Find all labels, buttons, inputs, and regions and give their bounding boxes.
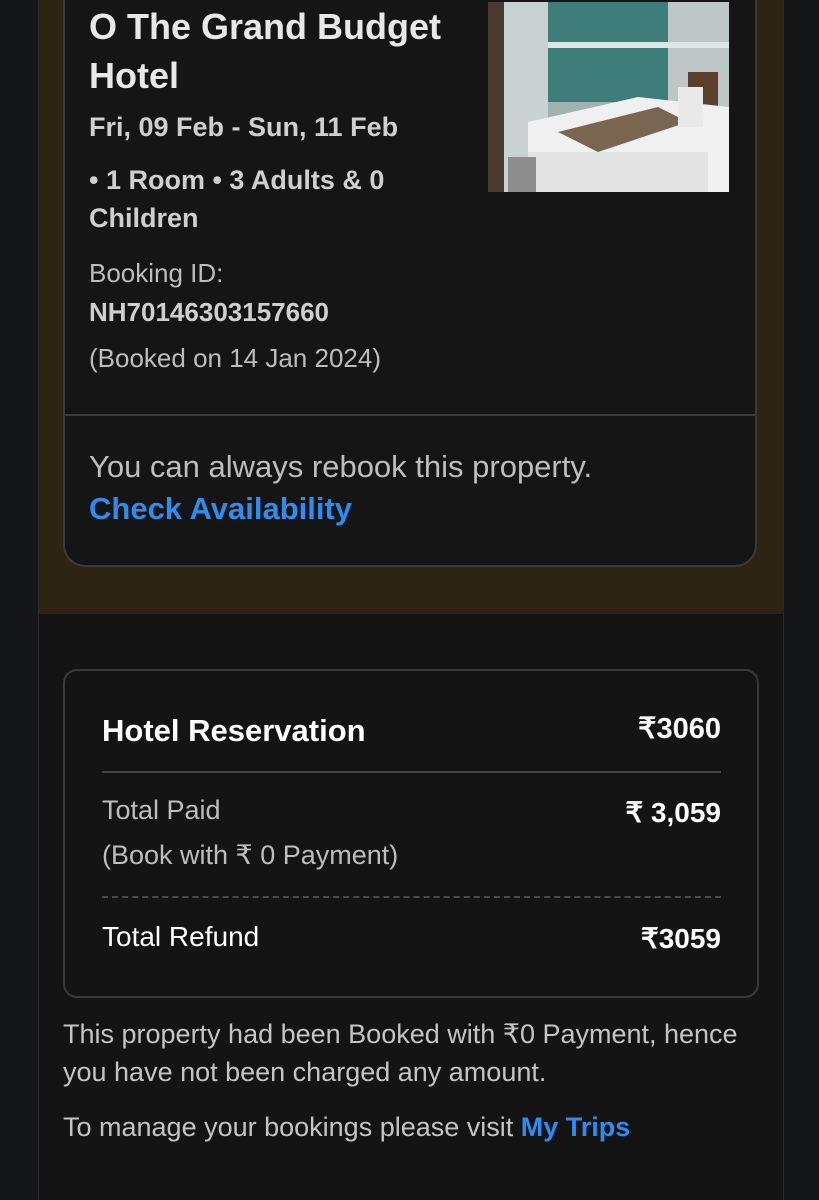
booking-card: O The Grand Budget Hotel Fri, 09 Feb - S…: [63, 0, 757, 567]
manage-bookings-text: To manage your bookings please visit My …: [63, 1112, 630, 1143]
booking-id-label: Booking ID:: [89, 258, 224, 288]
price-divider: [102, 771, 721, 773]
hotel-room-image: [488, 2, 729, 192]
booking-id: NH70146303157660: [89, 297, 329, 327]
rebook-text: You can always rebook this property.: [89, 449, 593, 484]
stay-dates: Fri, 09 Feb - Sun, 11 Feb: [89, 112, 399, 142]
room-guests: • 1 Room • 3 Adults & 0 Children: [89, 165, 385, 233]
email-content: O The Grand Budget Hotel Fri, 09 Feb - S…: [38, 0, 784, 1200]
total-refund-label: Total Refund: [102, 921, 260, 952]
hotel-reservation-amount: ₹3060: [638, 713, 721, 745]
booking-banner: O The Grand Budget Hotel Fri, 09 Feb - S…: [39, 0, 783, 614]
booked-on-date: (Booked on 14 Jan 2024): [89, 343, 381, 373]
payment-note: (Book with ₹ 0 Payment): [102, 840, 399, 870]
total-refund-amount: ₹3059: [640, 923, 721, 954]
check-availability-link[interactable]: Check Availability: [89, 491, 352, 527]
manage-bookings-prefix: To manage your bookings please visit: [63, 1112, 521, 1142]
my-trips-link[interactable]: My Trips: [521, 1112, 631, 1142]
page: O The Grand Budget Hotel Fri, 09 Feb - S…: [0, 0, 819, 1200]
dashed-divider: [102, 896, 721, 898]
card-divider: [65, 414, 755, 416]
hotel-reservation-label: Hotel Reservation: [102, 713, 366, 748]
zero-payment-note: This property had been Booked with ₹0 Pa…: [63, 1019, 738, 1087]
price-summary-card: Hotel Reservation ₹3060 Total Paid ₹ 3,0…: [63, 669, 759, 998]
total-paid-amount: ₹ 3,059: [625, 797, 721, 828]
hotel-name: O The Grand Budget Hotel: [89, 6, 442, 96]
hotel-room-photo: [488, 2, 729, 192]
total-paid-label: Total Paid: [102, 795, 221, 825]
